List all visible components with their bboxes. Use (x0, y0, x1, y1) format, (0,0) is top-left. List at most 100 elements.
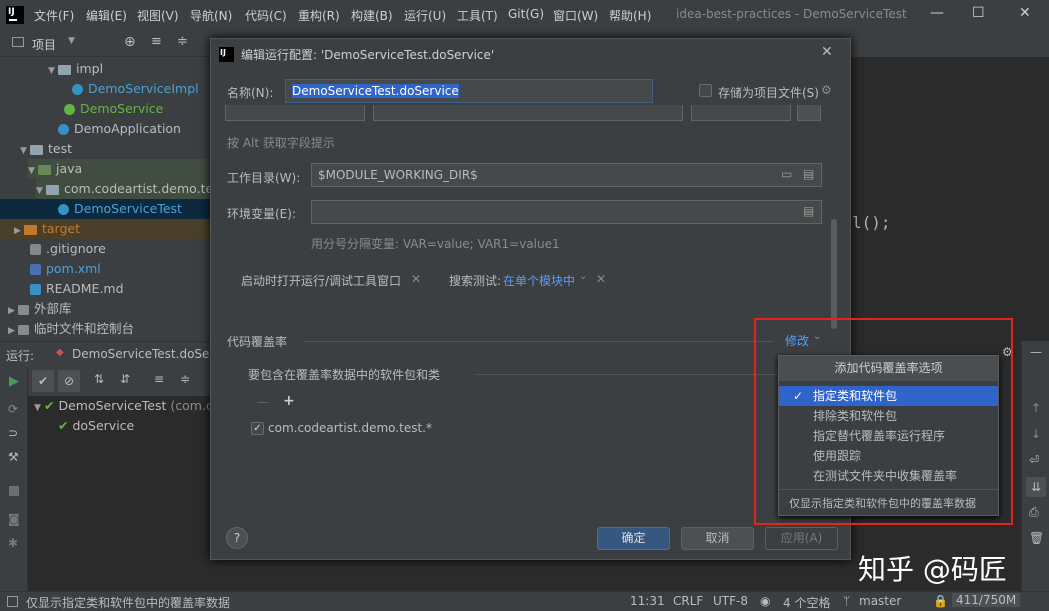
close-window-icon[interactable]: ✕ (1019, 5, 1031, 21)
store-as-file-label: 存储为项目文件(S) (718, 86, 819, 100)
menu-refactor[interactable]: 重构(R) (298, 7, 340, 24)
tree-item[interactable]: ▶ 临时文件和控制台 (8, 319, 134, 339)
menu-git[interactable]: Git(G) (508, 7, 544, 21)
chevron-down-icon[interactable]: ▼ (68, 36, 75, 46)
project-panel-title[interactable]: 项目 (32, 36, 56, 53)
tree-item[interactable]: ▶ 外部库 (8, 299, 72, 319)
class-icon (72, 84, 83, 95)
test-kind-field[interactable] (225, 105, 365, 121)
sort-duration-icon[interactable]: ⇵ (120, 372, 130, 386)
maximize-icon[interactable]: ☐ (972, 5, 985, 21)
field-hint: 按 Alt 获取字段提示 (227, 136, 335, 150)
menu-run[interactable]: 运行(U) (404, 7, 446, 24)
run-config-icon: ◆ (56, 347, 64, 358)
tree-item[interactable]: DemoApplication (58, 119, 181, 139)
show-ignored-icon[interactable]: ⊘ (58, 370, 80, 392)
cancel-button[interactable]: 取消 (681, 527, 754, 550)
remove-option-icon[interactable]: ✕ (411, 272, 421, 286)
line-separator[interactable]: CRLF (673, 594, 703, 608)
search-tests-dropdown[interactable]: 在单个模块中 (503, 272, 575, 289)
menu-edit[interactable]: 编辑(E) (86, 7, 127, 24)
tree-item[interactable]: DemoService (64, 99, 163, 119)
expand-all-icon[interactable]: ≡ (151, 34, 162, 49)
remove-icon[interactable]: — (257, 395, 269, 409)
tree-item[interactable]: DemoServiceImpl (72, 79, 199, 99)
memory-indicator[interactable]: 411/750M (952, 593, 1021, 607)
close-icon[interactable]: ✕ (821, 44, 833, 60)
menu-navigate[interactable]: 导航(N) (190, 7, 232, 24)
ok-button[interactable]: 确定 (597, 527, 670, 550)
gear-icon[interactable]: ⚙ (821, 83, 832, 97)
expand-all-icon[interactable]: ≡ (154, 372, 164, 386)
camera-icon[interactable]: ◙ (8, 512, 20, 526)
title-bar: IJ 文件(F) 编辑(E) 视图(V) 导航(N) 代码(C) 重构(R) 构… (0, 0, 1049, 30)
remove-option-icon[interactable]: ✕ (596, 272, 606, 286)
folder-icon[interactable]: ▭ (781, 167, 792, 181)
class-field[interactable] (373, 105, 683, 121)
wrench-icon[interactable]: ⚒ (8, 450, 19, 464)
minimize-icon[interactable]: — (930, 5, 944, 21)
git-branch[interactable]: master (859, 594, 901, 608)
stop-icon[interactable] (9, 486, 19, 496)
menu-window[interactable]: 窗口(W) (553, 7, 598, 24)
menu-code[interactable]: 代码(C) (245, 7, 287, 24)
show-passed-icon[interactable]: ✔ (32, 370, 54, 392)
settings-icon[interactable]: ✱ (8, 536, 18, 550)
intellij-logo-icon: IJ (219, 47, 234, 62)
run-config-tab[interactable]: DemoServiceTest.doSer (72, 347, 214, 361)
include-entry-checkbox[interactable]: ✓ (251, 422, 264, 435)
class-icon (58, 124, 69, 135)
indent-setting[interactable]: 4 个空格 (783, 594, 830, 611)
env-label: 环境变量(E): (227, 207, 296, 221)
tree-item[interactable]: ▼ test (20, 139, 72, 159)
caret-position[interactable]: 11:31 (630, 594, 665, 608)
test-suite-item[interactable]: ▼ ✔ DemoServiceTest (com.c (34, 396, 213, 416)
expand-field-icon[interactable]: ▤ (803, 167, 814, 181)
tree-item[interactable]: ▼ impl (48, 59, 103, 79)
soft-wrap-icon[interactable]: ⏎ (1029, 453, 1039, 467)
collapse-all-icon[interactable]: ≑ (180, 372, 190, 386)
name-field[interactable]: DemoServiceTest.doService (285, 79, 653, 103)
dialog-scrollbar[interactable] (831, 219, 837, 329)
menu-file[interactable]: 文件(F) (34, 7, 74, 24)
rerun-icon[interactable]: ▶ (9, 374, 19, 389)
tree-item[interactable]: README.md (30, 279, 124, 299)
scroll-up-icon[interactable]: ↑ (1031, 401, 1041, 415)
locate-icon[interactable]: ⊕ (124, 34, 136, 50)
print-icon[interactable]: ⎙ (1029, 505, 1039, 520)
apply-button[interactable]: 应用(A) (765, 527, 838, 550)
menu-tools[interactable]: 工具(T) (457, 7, 498, 24)
chevron-down-icon[interactable]: ⌄ (579, 271, 587, 282)
open-tool-window-option: 启动时打开运行/调试工具窗口 (241, 274, 402, 288)
trash-icon[interactable]: 🗑 (1029, 531, 1044, 545)
tree-item[interactable]: pom.xml (30, 259, 101, 279)
lock-icon[interactable]: 🔒 (933, 594, 948, 608)
expand-field-icon[interactable]: ▤ (803, 204, 814, 218)
debug-icon[interactable]: ⟳ (8, 402, 18, 416)
workdir-label: 工作目录(W): (227, 171, 301, 185)
workdir-field[interactable]: $MODULE_WORKING_DIR$ (311, 163, 822, 187)
env-field[interactable] (311, 200, 822, 224)
method-field[interactable] (691, 105, 791, 121)
scroll-down-icon[interactable]: ↓ (1031, 427, 1041, 441)
pin-icon[interactable]: ⊃ (8, 426, 18, 440)
tool-windows-icon[interactable] (7, 596, 18, 607)
menu-build[interactable]: 构建(B) (351, 7, 393, 24)
read-only-icon[interactable]: ◉ (760, 594, 770, 608)
file-encoding[interactable]: UTF-8 (713, 594, 748, 608)
sort-alpha-icon[interactable]: ⇅ (94, 372, 104, 386)
help-button[interactable]: ? (226, 527, 248, 549)
scroll-to-end-icon[interactable]: ⇊ (1026, 477, 1046, 497)
code-snippet: l(); (852, 213, 891, 232)
collapse-all-icon[interactable]: ≑ (177, 34, 188, 49)
hide-icon[interactable]: — (1030, 345, 1042, 359)
menu-view[interactable]: 视图(V) (137, 7, 179, 24)
test-case-item[interactable]: ✔ doService (58, 416, 134, 436)
add-icon[interactable]: + (283, 393, 295, 409)
tree-item[interactable]: .gitignore (30, 239, 106, 259)
menu-help[interactable]: 帮助(H) (609, 7, 651, 24)
include-label: 要包含在覆盖率数据中的软件包和类 (248, 368, 441, 382)
store-as-file-checkbox[interactable] (699, 84, 712, 97)
include-entry-label: com.codeartist.demo.test.* (268, 421, 432, 435)
browse-button[interactable] (797, 105, 821, 121)
